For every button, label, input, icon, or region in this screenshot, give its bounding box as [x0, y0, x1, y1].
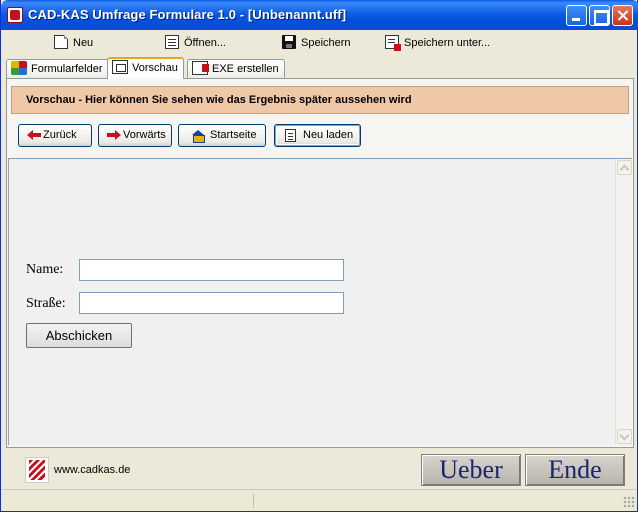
status-separator	[253, 494, 254, 508]
save-as-icon	[385, 35, 401, 52]
preview-panel: Vorschau - Hier können Sie sehen wie das…	[6, 78, 634, 448]
exe-build-icon	[192, 61, 209, 76]
open-label: Öffnen...	[184, 37, 226, 49]
preview-content[interactable]: Name: Straße: Abschicken	[8, 158, 632, 445]
open-document-icon	[165, 35, 179, 50]
tab-vorschau[interactable]: Vorschau	[107, 57, 184, 79]
floppy-disk-icon	[282, 35, 296, 50]
reload-label: Neu laden	[303, 129, 354, 141]
reload-document-icon	[285, 129, 296, 142]
street-label: Straße:	[26, 296, 66, 311]
cadkas-logo-icon	[25, 457, 49, 483]
tab-strip: Formularfelder Vorschau EXE erstellen	[6, 57, 636, 79]
vertical-scrollbar[interactable]	[615, 159, 632, 445]
house-icon	[191, 130, 205, 143]
save-as-button[interactable]: Speichern unter...	[385, 34, 490, 52]
about-button[interactable]: Ueber	[421, 454, 521, 486]
tab-label: Formularfelder	[31, 63, 103, 75]
preview-icon	[112, 60, 128, 75]
save-as-label: Speichern unter...	[404, 37, 491, 49]
name-label: Name:	[26, 262, 64, 277]
save-label: Speichern	[301, 37, 351, 49]
website-link[interactable]: www.cadkas.de	[54, 464, 130, 476]
form-fields-icon	[11, 61, 27, 76]
footer: www.cadkas.de Ueber Ende	[1, 449, 637, 511]
home-button[interactable]: Startseite	[178, 124, 266, 147]
save-button[interactable]: Speichern	[282, 34, 351, 52]
reload-button[interactable]: Neu laden	[274, 124, 361, 147]
arrow-right-icon	[107, 130, 121, 141]
new-button[interactable]: Neu	[54, 34, 93, 52]
submit-button[interactable]: Abschicken	[26, 323, 132, 348]
tab-exe-erstellen[interactable]: EXE erstellen	[187, 59, 285, 79]
exit-button[interactable]: Ende	[525, 454, 625, 486]
forward-button[interactable]: Vorwärts	[98, 124, 172, 147]
close-button[interactable]	[612, 5, 633, 26]
tab-formularfelder[interactable]: Formularfelder	[6, 59, 109, 79]
back-button[interactable]: Zurück	[18, 124, 92, 147]
back-label: Zurück	[43, 129, 77, 141]
forward-label: Vorwärts	[123, 129, 166, 141]
scroll-down-icon[interactable]	[617, 429, 632, 444]
window-title: CAD-KAS Umfrage Formulare 1.0 - [Unbenan…	[28, 7, 347, 22]
app-window: CAD-KAS Umfrage Formulare 1.0 - [Unbenan…	[0, 0, 638, 512]
main-toolbar: Neu Öffnen... Speichern Speichern unter.…	[2, 31, 636, 55]
resize-grip-icon[interactable]	[623, 496, 635, 508]
info-banner: Vorschau - Hier können Sie sehen wie das…	[11, 86, 629, 114]
new-document-icon	[54, 35, 68, 50]
home-label: Startseite	[210, 129, 257, 141]
minimize-button[interactable]	[566, 5, 587, 26]
open-button[interactable]: Öffnen...	[165, 34, 226, 52]
street-input[interactable]	[79, 292, 344, 314]
preview-form: Name: Straße: Abschicken	[9, 159, 614, 445]
name-input[interactable]	[79, 259, 344, 281]
new-label: Neu	[73, 37, 94, 49]
title-bar[interactable]: CAD-KAS Umfrage Formulare 1.0 - [Unbenan…	[1, 0, 638, 30]
status-bar	[1, 489, 637, 510]
app-logo-icon[interactable]	[7, 7, 23, 23]
maximize-button[interactable]	[589, 5, 610, 26]
tab-label: EXE erstellen	[212, 63, 279, 75]
arrow-left-icon	[27, 130, 41, 141]
tab-label: Vorschau	[132, 62, 178, 74]
scroll-up-icon[interactable]	[617, 160, 632, 175]
